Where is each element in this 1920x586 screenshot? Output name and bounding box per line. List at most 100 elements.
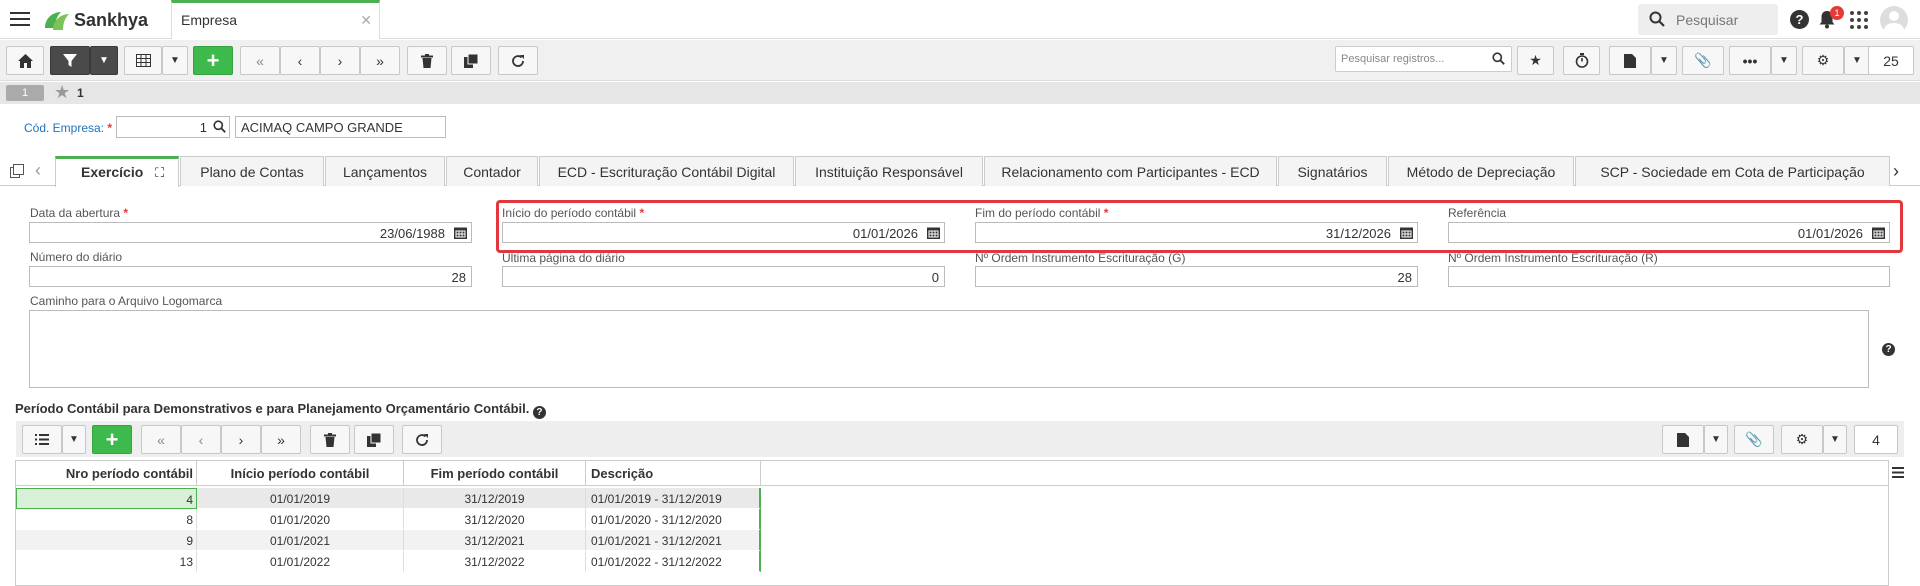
tabs-scroll-right-icon[interactable]: › xyxy=(1893,161,1899,182)
help-icon[interactable]: ? xyxy=(1882,343,1895,356)
cell-inicio[interactable]: 01/01/2022 xyxy=(197,551,404,572)
numero-diario-input[interactable]: 28 xyxy=(29,266,472,287)
expand-icon[interactable]: ⛶ xyxy=(155,165,164,180)
favorite-button[interactable]: ★ xyxy=(1517,46,1554,75)
ordem-r-input[interactable] xyxy=(1448,266,1890,287)
grid-refresh-button[interactable] xyxy=(402,425,442,454)
grid-page-size-input[interactable]: 4 xyxy=(1854,425,1898,454)
grid-export-dropdown-button[interactable]: ▼ xyxy=(1704,425,1728,454)
apps-grid-icon[interactable] xyxy=(1850,11,1868,29)
grid-next-button[interactable]: › xyxy=(221,425,261,454)
star-icon[interactable]: ★ xyxy=(54,83,70,102)
tab-contador[interactable]: Contador xyxy=(446,156,538,186)
close-tab-icon[interactable]: ✕ xyxy=(360,12,372,29)
cell-nro[interactable]: 8 xyxy=(16,509,197,530)
calendar-icon[interactable] xyxy=(454,226,467,239)
grid-export-button[interactable] xyxy=(1662,425,1704,454)
view-dropdown-button[interactable]: ▼ xyxy=(162,46,188,75)
grid-settings-button[interactable]: ⚙ xyxy=(1781,425,1823,454)
column-header-fim[interactable]: Fim período contábil xyxy=(404,461,586,486)
grid-previous-button[interactable]: ‹ xyxy=(181,425,221,454)
cell-descricao[interactable]: 01/01/2021 - 31/12/2021 xyxy=(586,530,761,551)
tabs-copy-icon[interactable] xyxy=(10,164,24,181)
grid-delete-button[interactable] xyxy=(310,425,350,454)
cell-fim[interactable]: 31/12/2021 xyxy=(404,530,586,551)
previous-record-button[interactable]: ‹ xyxy=(280,46,320,75)
cell-descricao[interactable]: 01/01/2020 - 31/12/2020 xyxy=(586,509,761,530)
record-index-pill[interactable]: 1 xyxy=(6,85,44,101)
settings-button[interactable]: ⚙ xyxy=(1802,46,1844,75)
more-actions-button[interactable]: ••• xyxy=(1729,46,1771,75)
delete-button[interactable] xyxy=(407,46,447,75)
table-row[interactable]: 9 01/01/2021 31/12/2021 01/01/2021 - 31/… xyxy=(16,530,761,551)
grid-list-dropdown-button[interactable]: ▼ xyxy=(62,425,86,454)
filter-button[interactable] xyxy=(50,46,90,75)
table-row[interactable]: 8 01/01/2020 31/12/2020 01/01/2020 - 31/… xyxy=(16,509,761,530)
tab-exercicio[interactable]: Exercício ⛶ xyxy=(55,156,179,187)
tab-instituicao-responsavel[interactable]: Instituição Responsável xyxy=(795,156,983,186)
caminho-logo-textarea[interactable] xyxy=(29,310,1869,388)
search-records-input[interactable]: Pesquisar registros... xyxy=(1335,46,1512,72)
page-size-input[interactable]: 25 xyxy=(1868,46,1914,75)
column-header-descricao[interactable]: Descrição xyxy=(586,461,761,486)
tabs-scroll-left-icon[interactable]: ‹ xyxy=(35,160,41,181)
tab-relacionamento-participantes[interactable]: Relacionamento com Participantes - ECD xyxy=(984,156,1277,186)
ultima-pagina-input[interactable]: 0 xyxy=(502,266,945,287)
grid-attach-button[interactable]: 📎 xyxy=(1734,425,1774,454)
refresh-button[interactable] xyxy=(498,46,538,75)
grid-list-button[interactable] xyxy=(22,425,62,454)
tab-empresa[interactable]: Empresa ✕ xyxy=(171,0,380,39)
cell-descricao[interactable]: 01/01/2022 - 31/12/2022 xyxy=(586,551,761,572)
export-dropdown-button[interactable]: ▼ xyxy=(1651,46,1677,75)
cell-fim[interactable]: 31/12/2020 xyxy=(404,509,586,530)
grid-last-button[interactable]: » xyxy=(261,425,301,454)
help-icon[interactable]: ? xyxy=(1790,10,1809,29)
duplicate-button[interactable] xyxy=(451,46,491,75)
cell-inicio[interactable]: 01/01/2019 xyxy=(197,488,404,509)
cell-fim[interactable]: 31/12/2019 xyxy=(404,488,586,509)
first-record-button[interactable]: « xyxy=(240,46,280,75)
filter-dropdown-button[interactable]: ▼ xyxy=(90,46,118,75)
search-icon[interactable] xyxy=(213,120,226,133)
last-record-button[interactable]: » xyxy=(360,46,400,75)
cell-descricao[interactable]: 01/01/2019 - 31/12/2019 xyxy=(586,488,761,509)
data-abertura-input[interactable]: 23/06/1988 xyxy=(29,222,472,243)
grid-columns-menu-icon[interactable] xyxy=(1892,466,1904,481)
tab-signatarios[interactable]: Signatários xyxy=(1278,156,1387,186)
notifications-bell-icon[interactable]: 1 xyxy=(1818,6,1844,32)
attach-button[interactable]: 📎 xyxy=(1682,46,1724,75)
column-header-inicio[interactable]: Início período contábil xyxy=(197,461,404,486)
grid-first-button[interactable]: « xyxy=(141,425,181,454)
ordem-g-input[interactable]: 28 xyxy=(975,266,1418,287)
grid-view-button[interactable] xyxy=(124,46,162,75)
tab-ecd[interactable]: ECD - Escrituração Contábil Digital xyxy=(539,156,794,186)
tab-plano-de-contas[interactable]: Plano de Contas xyxy=(180,156,324,186)
table-row[interactable]: 4 01/01/2019 31/12/2019 01/01/2019 - 31/… xyxy=(16,488,761,509)
help-icon[interactable]: ? xyxy=(532,406,546,419)
settings-dropdown-button[interactable]: ▼ xyxy=(1844,46,1870,75)
grid-add-button[interactable]: + xyxy=(92,425,132,454)
user-avatar[interactable] xyxy=(1880,6,1908,34)
hamburger-menu-icon[interactable] xyxy=(10,12,30,27)
add-button[interactable]: + xyxy=(193,46,233,75)
cell-nro[interactable]: 9 xyxy=(16,530,197,551)
global-search[interactable]: Pesquisar xyxy=(1638,4,1778,35)
tab-lancamentos[interactable]: Lançamentos xyxy=(325,156,445,186)
cell-nro[interactable]: 13 xyxy=(16,551,197,572)
cell-nro[interactable]: 4 xyxy=(16,488,197,509)
cell-inicio[interactable]: 01/01/2020 xyxy=(197,509,404,530)
tab-metodo-depreciacao[interactable]: Método de Depreciação xyxy=(1388,156,1574,186)
column-header-nro[interactable]: Nro período contábil xyxy=(16,461,197,486)
timer-button[interactable] xyxy=(1563,46,1600,75)
next-record-button[interactable]: › xyxy=(320,46,360,75)
home-button[interactable] xyxy=(6,46,44,75)
tab-scp[interactable]: SCP - Sociedade em Cota de Participação xyxy=(1575,156,1890,186)
cod-empresa-input[interactable]: 1 xyxy=(116,116,230,138)
cell-fim[interactable]: 31/12/2022 xyxy=(404,551,586,572)
table-row[interactable]: 13 01/01/2022 31/12/2022 01/01/2022 - 31… xyxy=(16,551,761,572)
sankhya-logo[interactable]: Sankhya xyxy=(41,8,148,32)
cell-inicio[interactable]: 01/01/2021 xyxy=(197,530,404,551)
more-actions-dropdown-button[interactable]: ▼ xyxy=(1771,46,1797,75)
grid-settings-dropdown-button[interactable]: ▼ xyxy=(1823,425,1847,454)
grid-duplicate-button[interactable] xyxy=(354,425,394,454)
